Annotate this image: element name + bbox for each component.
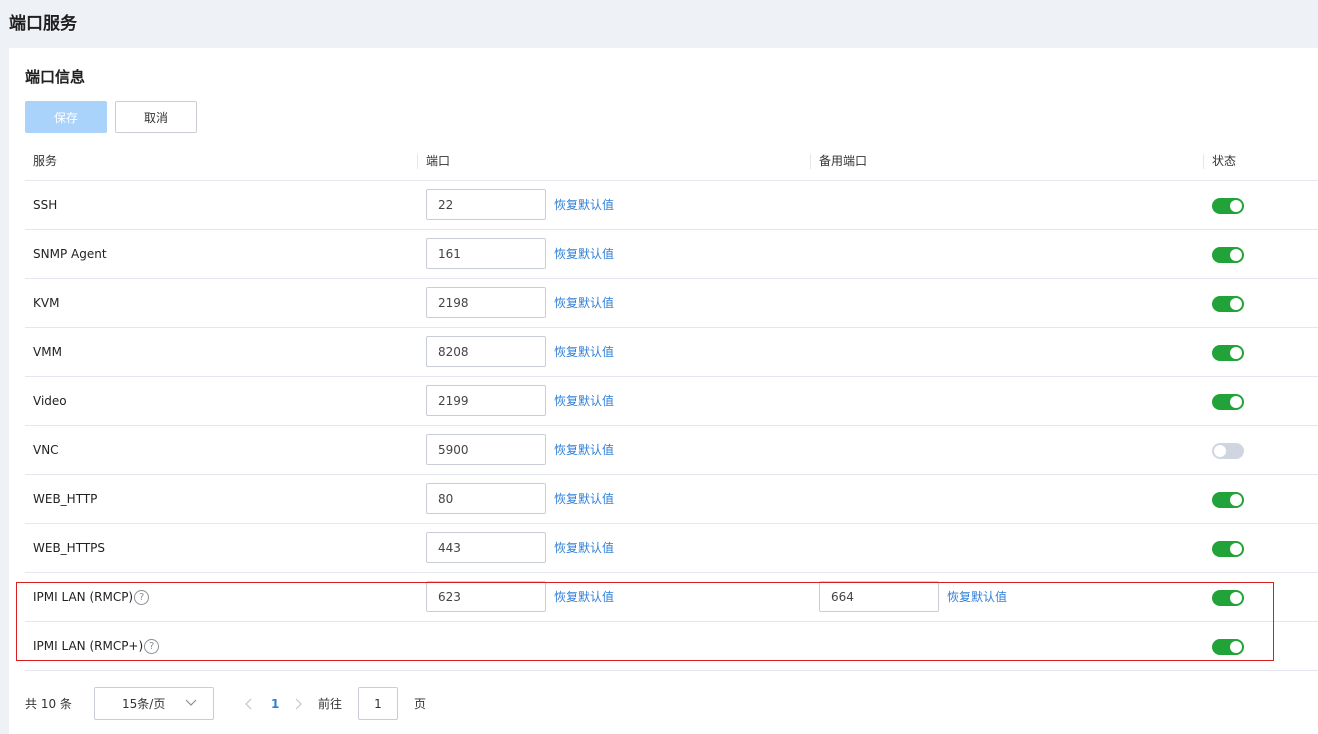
- table-row: Video 恢复默认值: [25, 377, 1318, 426]
- service-name: IPMI LAN (RMCP): [33, 590, 134, 604]
- header-divider: [417, 154, 418, 169]
- status-toggle[interactable]: [1212, 247, 1244, 263]
- service-name-cell: SSH: [33, 181, 57, 229]
- toggle-knob: [1230, 249, 1242, 261]
- header-backup-port: 备用端口: [819, 154, 868, 168]
- chevron-down-icon: [185, 699, 197, 706]
- service-name-cell: IPMI LAN (RMCP)?: [33, 573, 150, 621]
- toggle-knob: [1230, 543, 1242, 555]
- restore-default-link[interactable]: 恢复默认值: [554, 475, 614, 523]
- restore-default-link[interactable]: 恢复默认值: [947, 573, 1007, 621]
- restore-default-link[interactable]: 恢复默认值: [554, 328, 614, 376]
- page-title: 端口服务: [9, 14, 77, 34]
- port-input[interactable]: [426, 532, 546, 563]
- table-row: KVM 恢复默认值: [25, 279, 1318, 328]
- table-row: SNMP Agent 恢复默认值: [25, 230, 1318, 279]
- service-name-cell: VNC: [33, 426, 59, 474]
- chevron-left-icon[interactable]: [243, 697, 255, 711]
- restore-default-link[interactable]: 恢复默认值: [554, 181, 614, 229]
- page-size-value: 15条/页: [122, 697, 166, 711]
- status-toggle[interactable]: [1212, 394, 1244, 410]
- table-row: SSH 恢复默认值: [25, 181, 1318, 230]
- port-input[interactable]: [426, 483, 546, 514]
- chevron-right-icon[interactable]: [292, 697, 304, 711]
- restore-default-link[interactable]: 恢复默认值: [554, 230, 614, 278]
- service-name: VMM: [33, 345, 62, 359]
- service-name: WEB_HTTPS: [33, 541, 106, 555]
- header-port: 端口: [426, 154, 451, 168]
- help-icon[interactable]: ?: [134, 589, 150, 605]
- status-toggle[interactable]: [1212, 492, 1244, 508]
- table-row: IPMI LAN (RMCP+)?: [25, 622, 1318, 671]
- save-button[interactable]: 保存: [25, 101, 107, 133]
- goto-page-input[interactable]: [358, 687, 398, 720]
- goto-label: 前往: [318, 697, 343, 711]
- status-toggle[interactable]: [1212, 541, 1244, 557]
- service-name-cell: WEB_HTTPS: [33, 524, 105, 572]
- restore-default-link[interactable]: 恢复默认值: [554, 573, 614, 621]
- status-toggle[interactable]: [1212, 198, 1244, 214]
- table-row: IPMI LAN (RMCP)? 恢复默认值 恢复默认值: [25, 573, 1318, 622]
- status-toggle[interactable]: [1212, 639, 1244, 655]
- service-name-cell: KVM: [33, 279, 59, 327]
- service-name-cell: WEB_HTTP: [33, 475, 97, 523]
- port-input[interactable]: [426, 581, 546, 612]
- port-input[interactable]: [426, 238, 546, 269]
- restore-default-link[interactable]: 恢复默认值: [554, 426, 614, 474]
- pagination: 共 10 条 15条/页 1 前往 页: [0, 687, 1318, 721]
- header-service: 服务: [33, 154, 58, 168]
- cancel-button[interactable]: 取消: [115, 101, 197, 133]
- page-size-select[interactable]: 15条/页: [94, 687, 214, 720]
- toggle-knob: [1230, 396, 1242, 408]
- page-suffix: 页: [414, 697, 427, 711]
- toggle-knob: [1230, 200, 1242, 212]
- toggle-knob: [1230, 494, 1242, 506]
- restore-default-link[interactable]: 恢复默认值: [554, 377, 614, 425]
- toggle-knob: [1230, 592, 1242, 604]
- service-name: SNMP Agent: [33, 247, 107, 261]
- service-name: VNC: [33, 443, 59, 457]
- service-name-cell: SNMP Agent: [33, 230, 107, 278]
- toggle-knob: [1230, 641, 1242, 653]
- port-input[interactable]: [426, 434, 546, 465]
- table-row: WEB_HTTP 恢复默认值: [25, 475, 1318, 524]
- backup-port-input[interactable]: [819, 581, 939, 612]
- table-row: VMM 恢复默认值: [25, 328, 1318, 377]
- restore-default-link[interactable]: 恢复默认值: [554, 524, 614, 572]
- header-divider: [1203, 154, 1204, 169]
- restore-default-link[interactable]: 恢复默认值: [554, 279, 614, 327]
- help-icon[interactable]: ?: [144, 638, 160, 654]
- port-table: 服务 端口 备用端口 状态 SSH恢复默认值SNMP Agent恢复默认值KVM…: [25, 141, 1318, 671]
- table-header: 服务 端口 备用端口 状态: [25, 141, 1318, 181]
- service-name: WEB_HTTP: [33, 492, 98, 506]
- table-row: WEB_HTTPS 恢复默认值: [25, 524, 1318, 573]
- service-name: IPMI LAN (RMCP+): [33, 639, 144, 653]
- status-toggle[interactable]: [1212, 296, 1244, 312]
- status-toggle[interactable]: [1212, 443, 1244, 459]
- header-status: 状态: [1212, 154, 1237, 168]
- port-input[interactable]: [426, 336, 546, 367]
- service-name: Video: [33, 394, 67, 408]
- table-row: VNC 恢复默认值: [25, 426, 1318, 475]
- port-input[interactable]: [426, 189, 546, 220]
- section-title: 端口信息: [25, 68, 86, 86]
- toggle-knob: [1214, 445, 1226, 457]
- total-count: 共 10 条: [25, 697, 72, 711]
- header-divider: [810, 154, 811, 169]
- toggle-knob: [1230, 298, 1242, 310]
- table-body: SSH恢复默认值SNMP Agent恢复默认值KVM恢复默认值VMM恢复默认值V…: [25, 181, 1318, 671]
- port-input[interactable]: [426, 287, 546, 318]
- status-toggle[interactable]: [1212, 345, 1244, 361]
- service-name-cell: Video: [33, 377, 67, 425]
- page-number-current[interactable]: 1: [271, 687, 279, 721]
- service-name: SSH: [33, 198, 58, 212]
- service-name: KVM: [33, 296, 60, 310]
- toggle-knob: [1230, 347, 1242, 359]
- service-name-cell: VMM: [33, 328, 62, 376]
- port-input[interactable]: [426, 385, 546, 416]
- service-name-cell: IPMI LAN (RMCP+)?: [33, 622, 160, 670]
- status-toggle[interactable]: [1212, 590, 1244, 606]
